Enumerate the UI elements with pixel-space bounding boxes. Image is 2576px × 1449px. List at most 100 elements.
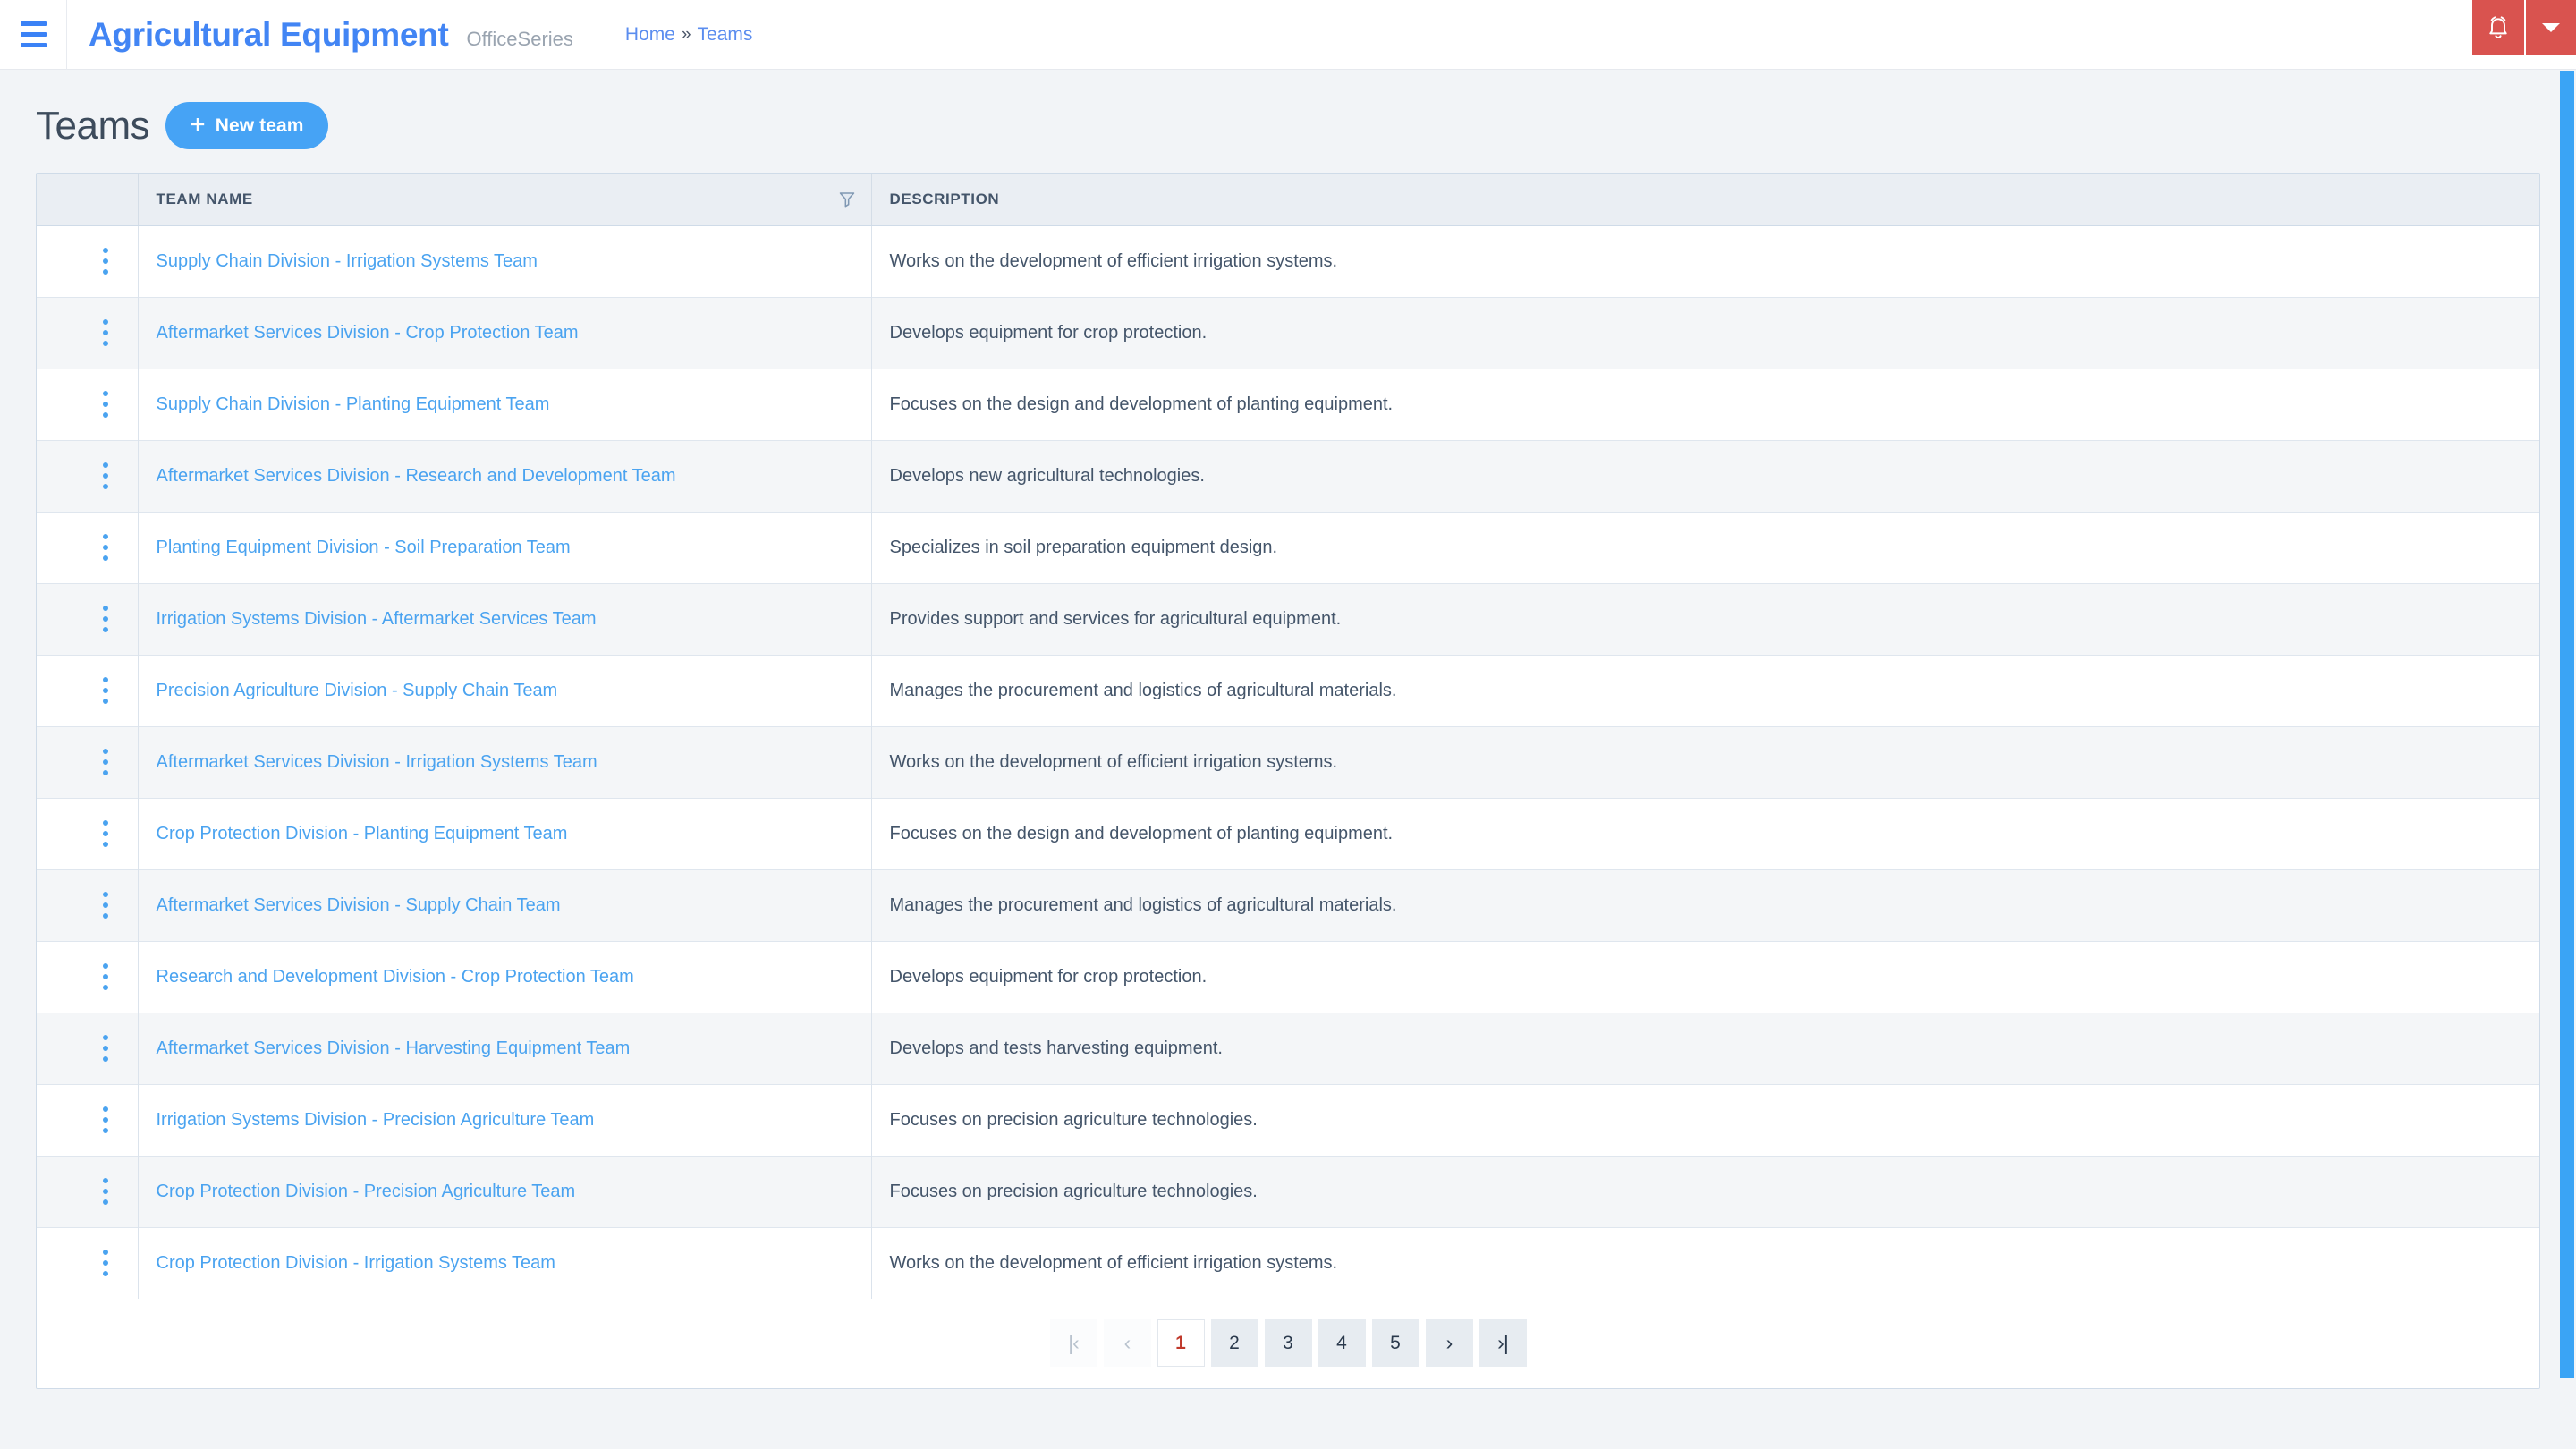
team-name-link[interactable]: Research and Development Division - Crop…	[157, 967, 634, 987]
kebab-dot	[102, 985, 108, 990]
table-header: TEAM NAME DESCRIPTION	[37, 174, 2539, 226]
kebab-dot	[102, 1199, 108, 1205]
page-scrollbar-thumb[interactable]	[2560, 71, 2574, 1378]
kebab-dot	[102, 688, 108, 693]
table-cell-description: Works on the development of efficient ir…	[870, 1226, 2539, 1299]
table-row: Supply Chain Division - Irrigation Syste…	[37, 225, 2539, 297]
page-scrollbar-track[interactable]	[2558, 71, 2576, 1449]
table-cell-team-name: Precision Agriculture Division - Supply …	[137, 654, 871, 726]
table-cell-team-name: Aftermarket Services Division - Crop Pro…	[137, 296, 871, 369]
kebab-dot	[102, 330, 108, 335]
breadcrumb-current-link[interactable]: Teams	[698, 24, 753, 46]
table-cell-team-name: Aftermarket Services Division - Supply C…	[137, 869, 871, 941]
user-menu-dropdown-button[interactable]	[2524, 0, 2576, 55]
breadcrumb: Home » Teams	[625, 24, 752, 46]
team-name-link[interactable]: Planting Equipment Division - Soil Prepa…	[157, 538, 571, 557]
table-cell-team-name: Aftermarket Services Division - Irrigati…	[137, 725, 871, 798]
topbar-actions	[2472, 0, 2576, 70]
table-cell-team-name: Supply Chain Division - Planting Equipme…	[137, 368, 871, 440]
table-cell-actions	[37, 1226, 138, 1299]
pagination-page-1[interactable]: 1	[1157, 1319, 1205, 1367]
team-name-link[interactable]: Aftermarket Services Division - Crop Pro…	[157, 323, 579, 343]
new-team-button[interactable]: + New team	[165, 102, 328, 149]
kebab-dot	[102, 269, 108, 275]
pagination-next-button[interactable]: ›	[1425, 1319, 1473, 1367]
table-cell-description: Provides support and services for agricu…	[870, 582, 2539, 655]
kebab-dot	[102, 484, 108, 489]
table-row: Irrigation Systems Division - Precision …	[37, 1083, 2539, 1156]
team-name-link[interactable]: Irrigation Systems Division - Precision …	[157, 1110, 595, 1130]
table-row: Aftermarket Services Division - Harvesti…	[37, 1012, 2539, 1084]
kebab-dot	[102, 1117, 108, 1123]
kebab-dot	[102, 1046, 108, 1051]
table-cell-actions	[37, 1083, 138, 1156]
team-name-link[interactable]: Crop Protection Division - Precision Agr…	[157, 1182, 576, 1201]
table-header-row: TEAM NAME DESCRIPTION	[37, 174, 2539, 226]
table-row: Precision Agriculture Division - Supply …	[37, 654, 2539, 726]
brand-subtitle: OfficeSeries	[466, 27, 573, 50]
column-header-team-name-label: TEAM NAME	[156, 190, 253, 208]
filter-funnel-icon[interactable]	[839, 191, 855, 208]
pagination-last-button[interactable]: ›|	[1479, 1319, 1527, 1367]
pagination-page-5[interactable]: 5	[1371, 1319, 1419, 1367]
team-name-link[interactable]: Supply Chain Division - Planting Equipme…	[157, 394, 550, 414]
team-name-link[interactable]: Aftermarket Services Division - Harvesti…	[157, 1038, 631, 1058]
team-name-link[interactable]: Irrigation Systems Division - Aftermarke…	[157, 609, 597, 629]
column-header-description[interactable]: DESCRIPTION	[870, 174, 2539, 226]
table-row: Irrigation Systems Division - Aftermarke…	[37, 582, 2539, 655]
table-cell-team-name: Irrigation Systems Division - Aftermarke…	[137, 582, 871, 655]
team-name-link[interactable]: Supply Chain Division - Irrigation Syste…	[157, 251, 538, 271]
table-cell-description: Manages the procurement and logistics of…	[870, 654, 2539, 726]
table-cell-actions	[37, 1012, 138, 1084]
column-header-team-name[interactable]: TEAM NAME	[137, 174, 871, 226]
table-cell-actions	[37, 368, 138, 440]
hamburger-icon[interactable]	[0, 0, 66, 70]
kebab-dot	[102, 391, 108, 396]
pagination-page-list: 12345	[1157, 1319, 1419, 1367]
table-cell-team-name: Crop Protection Division - Precision Agr…	[137, 1155, 871, 1227]
team-name-link[interactable]: Aftermarket Services Division - Research…	[157, 466, 676, 486]
kebab-dot	[102, 258, 108, 264]
table-cell-description: Focuses on the design and development of…	[870, 797, 2539, 869]
kebab-dot	[102, 1189, 108, 1194]
table-cell-description: Works on the development of efficient ir…	[870, 725, 2539, 798]
team-name-link[interactable]: Crop Protection Division - Planting Equi…	[157, 824, 568, 843]
kebab-dot	[102, 759, 108, 765]
notifications-button[interactable]	[2472, 0, 2524, 55]
team-name-link[interactable]: Precision Agriculture Division - Supply …	[157, 681, 558, 700]
team-name-link[interactable]: Crop Protection Division - Irrigation Sy…	[157, 1253, 555, 1273]
table-cell-team-name: Irrigation Systems Division - Precision …	[137, 1083, 871, 1156]
table-row: Supply Chain Division - Planting Equipme…	[37, 368, 2539, 440]
table-cell-description: Develops new agricultural technologies.	[870, 439, 2539, 512]
table-row: Crop Protection Division - Precision Agr…	[37, 1155, 2539, 1227]
team-name-link[interactable]: Aftermarket Services Division - Irrigati…	[157, 752, 597, 772]
kebab-dot	[102, 842, 108, 847]
table-cell-actions	[37, 225, 138, 297]
hamburger-line	[20, 43, 47, 47]
team-name-link[interactable]: Aftermarket Services Division - Supply C…	[157, 895, 561, 915]
table-cell-team-name: Planting Equipment Division - Soil Prepa…	[137, 511, 871, 583]
caret-down-icon	[2541, 21, 2561, 34]
pagination-first-button[interactable]: |‹	[1049, 1319, 1097, 1367]
pagination-page-3[interactable]: 3	[1264, 1319, 1312, 1367]
kebab-dot	[102, 974, 108, 979]
pagination-prev-button[interactable]: ‹	[1103, 1319, 1151, 1367]
breadcrumb-home-link[interactable]: Home	[625, 24, 675, 46]
table-cell-actions	[37, 940, 138, 1013]
table-row: Aftermarket Services Division - Supply C…	[37, 869, 2539, 941]
kebab-dot	[102, 412, 108, 418]
kebab-dot	[102, 913, 108, 919]
table-cell-actions	[37, 582, 138, 655]
kebab-dot	[102, 892, 108, 897]
brand: Agricultural Equipment OfficeSeries	[67, 16, 573, 54]
kebab-dot	[102, 473, 108, 479]
pagination-page-2[interactable]: 2	[1210, 1319, 1258, 1367]
table-body: Supply Chain Division - Irrigation Syste…	[37, 225, 2539, 1299]
table-cell-description: Specializes in soil preparation equipmen…	[870, 511, 2539, 583]
table-cell-description: Works on the development of efficient ir…	[870, 225, 2539, 297]
teams-table: TEAM NAME DESCRIPTION Supply Chain Divis…	[37, 174, 2539, 1299]
column-header-actions	[37, 174, 138, 226]
kebab-dot	[102, 1056, 108, 1062]
kebab-dot	[102, 341, 108, 346]
pagination-page-4[interactable]: 4	[1318, 1319, 1366, 1367]
